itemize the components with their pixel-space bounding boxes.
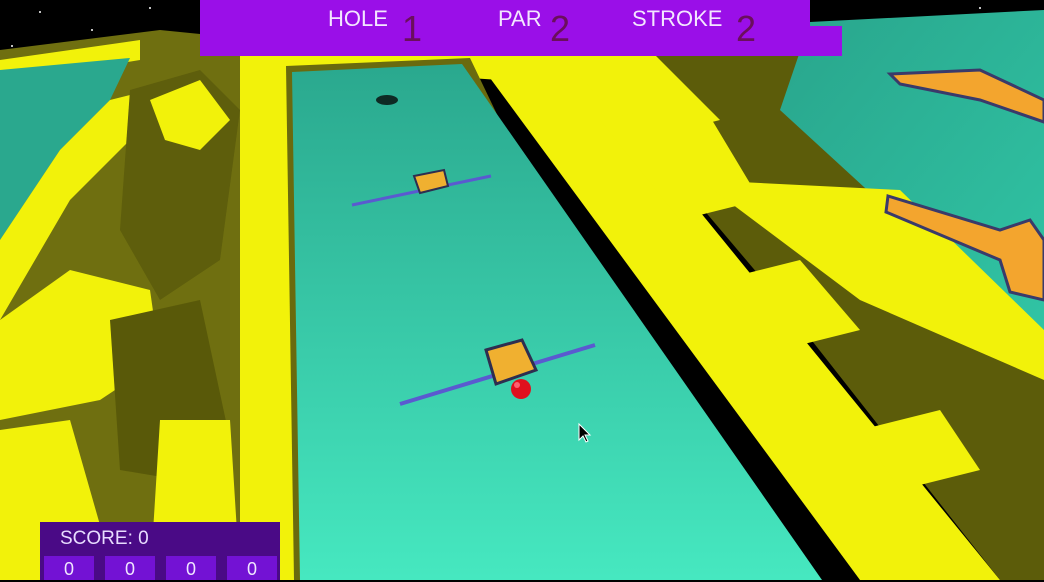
hole-label: HOLE [328,6,388,31]
par-label: PAR [498,6,542,31]
hud-notch [222,0,244,40]
score-label: SCORE: 0 [60,528,149,549]
hole-cup [376,95,398,105]
hole-indicator: HOLE 1 [328,4,428,49]
hole-score-cell: 0 [105,556,155,580]
scoreboard: SCORE: 0 0 0 0 0 [40,522,280,580]
par-value: 2 [550,8,571,49]
hole-score-cell: 0 [227,556,277,580]
golf-ball-highlight [514,382,520,388]
hole-score-cell: 0 [166,556,216,580]
game-scene[interactable] [0,0,1044,580]
golf-ball[interactable] [511,379,531,399]
hole-scores-row: 0 0 0 0 [40,556,280,580]
stroke-indicator: STROKE 2 [632,4,762,49]
hud-notch [780,26,842,56]
hole-value: 1 [402,8,423,49]
hud-notch [244,16,266,36]
stroke-value: 2 [736,8,757,49]
par-indicator: PAR 2 [498,4,578,49]
hole-score-cell: 0 [44,556,94,580]
stroke-label: STROKE [632,6,723,31]
